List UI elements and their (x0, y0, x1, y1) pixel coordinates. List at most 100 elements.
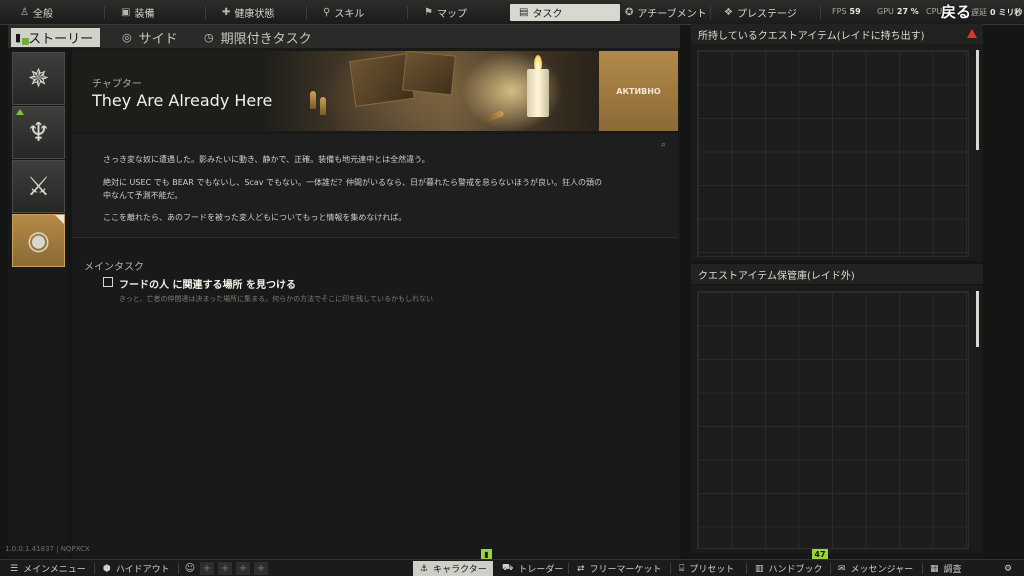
preset-icon: ⌸ (679, 563, 685, 574)
magnify-icon[interactable]: ⌕ (661, 140, 666, 150)
tab-timed[interactable]: ◷ 期限付きタスク (204, 28, 312, 47)
tab-health[interactable]: ✚ 健康状態 (222, 4, 274, 21)
tab-prestige[interactable]: ❖ プレステージ (724, 4, 797, 21)
globe-network-icon: ◉ (27, 225, 50, 256)
main-menu-button[interactable]: ☰ メインメニュー (10, 561, 86, 576)
messenger-button[interactable]: ✉ メッセンジャー (838, 561, 913, 576)
scrollbar[interactable] (976, 291, 979, 347)
party-avatar-icon[interactable]: ☺ (183, 562, 197, 575)
traders-label: トレーダー (518, 565, 564, 575)
survey-icon: ▦ (930, 563, 939, 574)
status-text: АКТИВНО (616, 86, 661, 96)
main-tasks-heading: メインタスク (84, 262, 144, 273)
item-grid[interactable] (697, 50, 969, 257)
handbook-button[interactable]: ▥ ハンドブック (755, 561, 823, 576)
crossed-axes-icon: ⚔ (26, 171, 51, 202)
quest-items-grid[interactable] (691, 44, 983, 261)
banner-candle (527, 69, 549, 117)
selected-corner-icon (55, 215, 64, 224)
scrollbar[interactable] (976, 50, 979, 150)
hideout-icon: ⬢ (103, 563, 111, 574)
character-notification-badge: ▮ (481, 549, 492, 559)
character-button[interactable]: ⚓ キャラクター (413, 561, 493, 576)
tab-gear[interactable]: ▣ 装備 (121, 4, 154, 21)
settings-button[interactable]: ⚙ (1004, 561, 1012, 576)
version-text: 1.0.0.1.41837 | NQPXCX (5, 545, 90, 553)
flame-icon: ♆ (26, 117, 51, 148)
character-label: キャラクター (433, 565, 487, 575)
tab-tasks[interactable]: ▤ タスク (510, 4, 620, 21)
divider (94, 563, 95, 574)
handbook-badge: 47 (812, 549, 828, 559)
quest-items-title: 所持しているクエストアイテム(レイドに持ち出す) (698, 30, 925, 42)
category-globe[interactable]: ◉ (12, 214, 65, 267)
banner-bullet (310, 91, 316, 109)
stash-grid[interactable] (691, 285, 983, 553)
hideout-label: ハイドアウト (115, 565, 170, 575)
tab-gear-label: 装備 (134, 9, 155, 20)
quest-items-header: 所持しているクエストアイテム(レイドに持ち出す) (691, 24, 983, 44)
divider (568, 563, 569, 574)
gpu-readout: GPU 27 % (877, 7, 919, 16)
flea-market-label: フリーマーケット (589, 565, 662, 575)
tab-general[interactable]: ♙ 全般 (20, 4, 53, 21)
back-button[interactable]: 戻る (941, 1, 971, 22)
divider (922, 563, 923, 574)
tab-general-label: 全般 (32, 9, 53, 20)
tab-map-label: マップ (436, 9, 467, 20)
divider (306, 6, 307, 19)
add-party-slot[interactable]: + (236, 562, 250, 575)
add-party-slot[interactable]: + (200, 562, 214, 575)
tab-achievements[interactable]: ✪ アチーブメント (625, 4, 707, 21)
skills-icon: ⚲ (323, 7, 331, 18)
presets-button[interactable]: ⌸ プリセット (679, 561, 734, 576)
add-party-slot[interactable]: + (254, 562, 268, 575)
hideout-button[interactable]: ⬢ ハイドアウト (103, 561, 170, 576)
description-line: さっき変な奴に遭遇した。影みたいに動き、静かで、正確。装備も地元連中とは全然違う… (103, 155, 430, 164)
add-party-slot[interactable]: + (218, 562, 232, 575)
compass-icon: ✵ (27, 63, 50, 94)
tab-skills[interactable]: ⚲ スキル (323, 4, 364, 21)
check-circle-icon: ◎ (122, 31, 132, 44)
tasks-icon: ▤ (519, 7, 529, 18)
bookmark-icon: ▮ (15, 31, 22, 44)
flea-market-button[interactable]: ⇄ フリーマーケット (577, 561, 662, 576)
category-flame[interactable]: ♆ (12, 106, 65, 159)
status-badge: АКТИВНО (599, 51, 678, 131)
settings-gear-icon: ⚙ (1004, 563, 1013, 574)
handbook-icon: ▥ (755, 563, 764, 574)
tab-map[interactable]: ⚑ マップ (424, 4, 467, 21)
objective-checkbox (103, 277, 113, 287)
tab-health-label: 健康状態 (234, 9, 275, 20)
task-title: They Are Already Here (92, 91, 273, 110)
tab-side[interactable]: ◎ サイド (122, 28, 178, 47)
divider (710, 6, 711, 19)
notification-dot (22, 38, 29, 45)
prestige-icon: ❖ (724, 7, 733, 18)
category-axes[interactable]: ⚔ (12, 160, 65, 213)
chapter-label: チャプター (92, 79, 142, 90)
messenger-icon: ✉ (838, 563, 846, 574)
stash-header: クエストアイテム保管庫(レイド外) (691, 264, 983, 284)
tab-timed-label: 期限付きタスク (220, 32, 312, 47)
tab-skills-label: スキル (334, 9, 365, 20)
bottom-nav-bar: ☰ メインメニュー ⬢ ハイドアウト ☺ + + + + ▮ ⚓ キャラクター … (0, 549, 1024, 576)
tab-side-label: サイド (138, 32, 178, 47)
description-line: ここを離れたら、あのフードを被った変人どもについてもっと情報を集めなければ。 (103, 213, 407, 222)
item-grid[interactable] (697, 291, 969, 549)
description-line: 絶対に USEC でも BEAR でもないし、Scav でもない。一体誰だ？仲間… (103, 178, 602, 187)
health-icon: ✚ (222, 7, 231, 18)
survey-button[interactable]: ▦ 調査 (930, 561, 962, 576)
gear-equipment-icon: ▣ (121, 7, 131, 18)
category-compass[interactable]: ✵ (12, 52, 65, 105)
achievement-icon: ✪ (625, 7, 634, 18)
survey-label: 調査 (943, 565, 962, 575)
messenger-label: メッセンジャー (850, 565, 914, 575)
main-menu-label: メインメニュー (23, 565, 86, 575)
traders-button[interactable]: ⛟ トレーダー (502, 561, 563, 576)
tab-prestige-label: プレステージ (736, 9, 797, 20)
task-banner: チャプター They Are Already Here АКТИВНО (72, 51, 678, 131)
market-icon: ⇄ (577, 563, 585, 574)
banner-book (402, 51, 456, 96)
handbook-label: ハンドブック (768, 565, 823, 575)
